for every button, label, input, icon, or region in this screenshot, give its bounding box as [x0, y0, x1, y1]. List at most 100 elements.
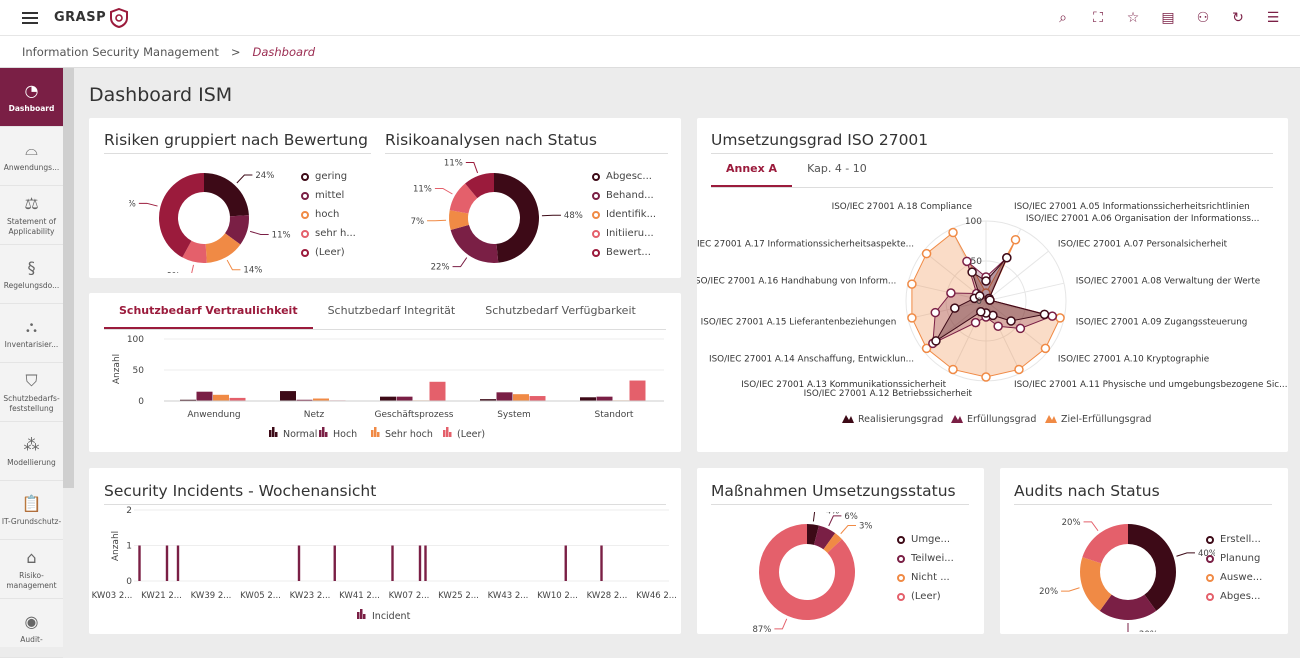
- legend-item[interactable]: Abgesc...: [592, 167, 656, 186]
- radar-point[interactable]: [1040, 343, 1051, 354]
- radar-point[interactable]: [1015, 323, 1026, 334]
- sidebar-item[interactable]: ◉ Audit-: [0, 599, 63, 658]
- radar-point[interactable]: [970, 317, 981, 328]
- radar-point[interactable]: [985, 295, 995, 305]
- sidebar-item[interactable]: ⛉ Schutzbedarfs-feststellung: [0, 363, 63, 422]
- radar-point[interactable]: [976, 307, 986, 317]
- donut-slice[interactable]: [1082, 524, 1128, 564]
- legend-item[interactable]: (Leer): [897, 587, 954, 606]
- legend-item[interactable]: Erstell...: [1206, 530, 1262, 549]
- legend-item[interactable]: Bewert...: [592, 243, 656, 262]
- legend-label[interactable]: Sehr hoch: [385, 429, 433, 440]
- bar[interactable]: [580, 397, 596, 401]
- legend-label[interactable]: Erfüllungsgrad: [967, 414, 1036, 425]
- bar[interactable]: [196, 391, 213, 401]
- incident-bar[interactable]: [165, 545, 169, 582]
- legend-label[interactable]: Hoch: [333, 429, 357, 440]
- legend-label[interactable]: Incident: [372, 611, 411, 622]
- incident-bar[interactable]: [297, 545, 301, 582]
- bar[interactable]: [513, 394, 529, 401]
- legend-label[interactable]: Ziel-Erfüllungsgrad: [1061, 414, 1151, 425]
- bar[interactable]: [280, 391, 296, 401]
- legend-item[interactable]: Planung: [1206, 549, 1262, 568]
- radar-point[interactable]: [907, 279, 917, 289]
- legend-item[interactable]: Teilwei...: [897, 549, 954, 568]
- star-icon[interactable]: ☆: [1124, 9, 1142, 27]
- incident-bar[interactable]: [424, 545, 427, 582]
- sidebar-item[interactable]: ⁂ Modellierung: [0, 422, 63, 481]
- radar-point[interactable]: [1002, 253, 1012, 263]
- bar[interactable]: [429, 381, 446, 401]
- incident-bar[interactable]: [138, 545, 141, 582]
- incident-bar[interactable]: [418, 545, 422, 582]
- sidebar-scrollbar[interactable]: [63, 68, 74, 488]
- radar-point[interactable]: [1039, 309, 1050, 320]
- sidebar-item[interactable]: ⚖ Statement of Applicability: [0, 186, 63, 245]
- radar-point[interactable]: [948, 364, 958, 375]
- sidebar-item[interactable]: ⌂ Risiko-management: [0, 540, 63, 599]
- incident-bar[interactable]: [600, 545, 603, 582]
- legend-item[interactable]: Auswe...: [1206, 568, 1262, 587]
- legend-item[interactable]: (Leer): [301, 243, 356, 262]
- tab[interactable]: Annex A: [711, 162, 793, 187]
- tab[interactable]: Schutzbedarf Vertraulichkeit: [104, 304, 313, 329]
- incident-bar[interactable]: [564, 545, 567, 582]
- sidebar-item[interactable]: ⛬ Inventarisier...: [0, 304, 63, 363]
- radar-point[interactable]: [1010, 234, 1021, 245]
- radar-point[interactable]: [907, 313, 917, 323]
- donut-slice[interactable]: [450, 224, 499, 263]
- breadcrumb-root[interactable]: Information Security Management: [22, 45, 219, 59]
- bar[interactable]: [396, 396, 413, 401]
- legend-item[interactable]: Behand...: [592, 186, 656, 205]
- refresh-icon[interactable]: ↻: [1229, 9, 1247, 27]
- legend-item[interactable]: sehr h...: [301, 224, 356, 243]
- tab[interactable]: Schutzbedarf Verfügbarkeit: [470, 304, 651, 329]
- radar-point[interactable]: [1055, 313, 1065, 323]
- user-settings-icon[interactable]: ⚇: [1194, 9, 1212, 27]
- radar-point[interactable]: [993, 321, 1003, 331]
- sidebar-item[interactable]: ◔ Dashboard: [0, 68, 63, 127]
- bar[interactable]: [380, 396, 396, 401]
- sidebar-item[interactable]: 📋 IT-Grundschutz-: [0, 481, 63, 540]
- radar-point[interactable]: [981, 276, 991, 286]
- incident-bar[interactable]: [176, 545, 180, 582]
- donut-slice[interactable]: [1128, 524, 1176, 611]
- bar[interactable]: [496, 392, 513, 401]
- legend-item[interactable]: Identifik...: [592, 205, 656, 224]
- search-icon[interactable]: ⌕: [1054, 9, 1072, 27]
- legend-item[interactable]: Abges...: [1206, 587, 1262, 606]
- radar-point[interactable]: [948, 227, 958, 238]
- incident-bar[interactable]: [391, 545, 394, 582]
- radar-point[interactable]: [930, 307, 941, 318]
- donut-slice[interactable]: [494, 173, 539, 263]
- bar[interactable]: [213, 394, 229, 401]
- legend-item[interactable]: hoch: [301, 205, 356, 224]
- bar[interactable]: [629, 380, 646, 401]
- radar-point[interactable]: [950, 303, 960, 313]
- legend-item[interactable]: gering: [301, 167, 356, 186]
- sidebar-item[interactable]: ⌓ Anwendungs...: [0, 127, 63, 186]
- document-icon[interactable]: ▤: [1159, 9, 1177, 27]
- radar-point[interactable]: [967, 267, 977, 277]
- legend-item[interactable]: Initiieru...: [592, 224, 656, 243]
- legend-item[interactable]: Umge...: [897, 530, 954, 549]
- radar-point[interactable]: [921, 248, 932, 259]
- radar-point[interactable]: [946, 288, 956, 298]
- menu-icon[interactable]: [22, 11, 38, 24]
- legend-label[interactable]: Realisierungsgrad: [858, 414, 943, 425]
- incident-bar[interactable]: [333, 545, 336, 582]
- legend-item[interactable]: mittel: [301, 186, 356, 205]
- tab[interactable]: Schutzbedarf Integrität: [313, 304, 471, 329]
- sidebar-item[interactable]: § Regelungsdo...: [0, 245, 63, 304]
- radar-point[interactable]: [931, 336, 941, 346]
- scan-icon[interactable]: ⛶: [1089, 9, 1107, 27]
- legend-label[interactable]: Normal: [283, 429, 317, 440]
- radar-point[interactable]: [1014, 364, 1024, 375]
- radar-point[interactable]: [1047, 311, 1058, 321]
- bar[interactable]: [529, 396, 546, 401]
- legend-label[interactable]: (Leer): [457, 429, 485, 440]
- bar[interactable]: [596, 396, 613, 401]
- logo[interactable]: GRASP: [54, 7, 129, 28]
- radar-point[interactable]: [1006, 316, 1016, 326]
- radar-point[interactable]: [981, 372, 991, 382]
